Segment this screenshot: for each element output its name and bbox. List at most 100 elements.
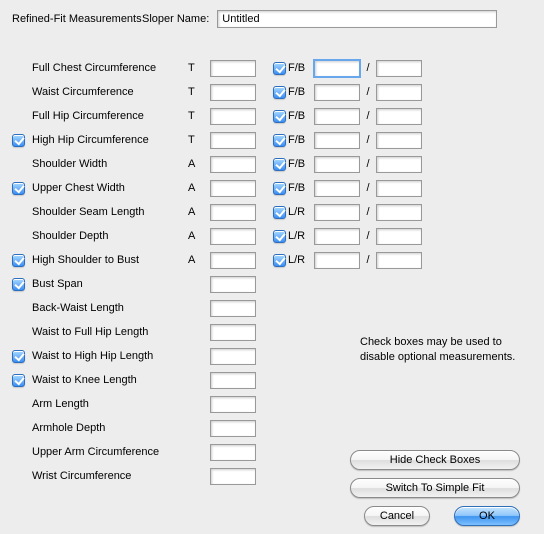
value-input-1[interactable]	[210, 252, 256, 269]
measurement-label: Arm Length	[28, 398, 188, 410]
measurement-type: A	[188, 206, 210, 218]
measurement-row: Full Chest CircumferenceTF/B/	[8, 56, 536, 80]
value-input-1[interactable]	[210, 468, 256, 485]
enable-checkbox[interactable]	[12, 182, 25, 195]
split-label: F/B	[288, 62, 314, 74]
split-label: F/B	[288, 134, 314, 146]
cancel-button[interactable]: Cancel	[364, 506, 430, 526]
measurement-label: Waist Circumference	[28, 86, 188, 98]
value-input-2[interactable]	[314, 180, 360, 197]
value-input-3[interactable]	[376, 60, 422, 77]
enable-checkbox[interactable]	[12, 374, 25, 387]
value-input-2[interactable]	[314, 204, 360, 221]
measurement-label: Upper Chest Width	[28, 182, 188, 194]
split-checkbox[interactable]	[273, 110, 286, 123]
value-input-3[interactable]	[376, 204, 422, 221]
measurement-row: Back-Waist Length	[8, 296, 536, 320]
value-input-2[interactable]	[314, 252, 360, 269]
value-input-2[interactable]	[314, 84, 360, 101]
value-input-1[interactable]	[210, 108, 256, 125]
value-input-1[interactable]	[210, 420, 256, 437]
value-input-3[interactable]	[376, 156, 422, 173]
enable-checkbox[interactable]	[12, 254, 25, 267]
value-input-1[interactable]	[210, 204, 256, 221]
measurement-label: Bust Span	[28, 278, 188, 290]
value-input-1[interactable]	[210, 276, 256, 293]
split-checkbox[interactable]	[273, 62, 286, 75]
measurement-row: High Hip CircumferenceTF/B/	[8, 128, 536, 152]
split-checkbox[interactable]	[273, 134, 286, 147]
slash-separator: /	[360, 110, 376, 122]
ok-button[interactable]: OK	[454, 506, 520, 526]
slash-separator: /	[360, 206, 376, 218]
value-input-1[interactable]	[210, 324, 256, 341]
sloper-name-input[interactable]	[217, 10, 497, 28]
value-input-1[interactable]	[210, 372, 256, 389]
measurement-type: T	[188, 134, 210, 146]
enable-checkbox[interactable]	[12, 278, 25, 291]
slash-separator: /	[360, 86, 376, 98]
split-checkbox[interactable]	[273, 230, 286, 243]
split-label: F/B	[288, 110, 314, 122]
split-label: L/R	[288, 254, 314, 266]
slash-separator: /	[360, 62, 376, 74]
measurement-type: T	[188, 86, 210, 98]
measurement-label: Armhole Depth	[28, 422, 188, 434]
measurement-type: A	[188, 158, 210, 170]
value-input-3[interactable]	[376, 252, 422, 269]
measurement-label: Waist to Full Hip Length	[28, 326, 188, 338]
measurement-row: Waist to Knee Length	[8, 368, 536, 392]
value-input-2[interactable]	[314, 132, 360, 149]
value-input-1[interactable]	[210, 60, 256, 77]
slash-separator: /	[360, 158, 376, 170]
split-label: F/B	[288, 158, 314, 170]
slash-separator: /	[360, 134, 376, 146]
measurement-row: Shoulder WidthA F/B /	[8, 152, 536, 176]
value-input-1[interactable]	[210, 444, 256, 461]
measurement-label: Wrist Circumference	[28, 470, 188, 482]
measurement-label: Waist to High Hip Length	[28, 350, 188, 362]
slash-separator: /	[360, 182, 376, 194]
measurement-label: Full Hip Circumference	[28, 110, 188, 122]
value-input-2[interactable]	[314, 108, 360, 125]
measurement-label: Back-Waist Length	[28, 302, 188, 314]
value-input-3[interactable]	[376, 132, 422, 149]
value-input-1[interactable]	[210, 300, 256, 317]
measurement-row: Shoulder Seam LengthAL/R/	[8, 200, 536, 224]
switch-simple-fit-button[interactable]: Switch To Simple Fit	[350, 478, 520, 498]
enable-checkbox[interactable]	[12, 134, 25, 147]
split-checkbox[interactable]	[273, 86, 286, 99]
measurement-row: Full Hip CircumferenceT F/B /	[8, 104, 536, 128]
measurement-type: A	[188, 254, 210, 266]
measurement-row: Shoulder DepthAL/R/	[8, 224, 536, 248]
split-checkbox[interactable]	[273, 206, 286, 219]
measurement-row: Armhole Depth	[8, 416, 536, 440]
value-input-1[interactable]	[210, 180, 256, 197]
value-input-3[interactable]	[376, 84, 422, 101]
hide-checkboxes-button[interactable]: Hide Check Boxes	[350, 450, 520, 470]
value-input-3[interactable]	[376, 180, 422, 197]
value-input-1[interactable]	[210, 348, 256, 365]
value-input-2[interactable]	[314, 228, 360, 245]
split-checkbox[interactable]	[273, 254, 286, 267]
sloper-name-label: Sloper Name:	[142, 13, 209, 25]
value-input-1[interactable]	[210, 396, 256, 413]
measurement-label: Upper Arm Circumference	[28, 446, 188, 458]
measurement-type: A	[188, 230, 210, 242]
split-checkbox[interactable]	[273, 182, 286, 195]
measurement-type: T	[188, 110, 210, 122]
value-input-3[interactable]	[376, 108, 422, 125]
value-input-1[interactable]	[210, 132, 256, 149]
split-checkbox[interactable]	[273, 158, 286, 171]
measurement-row: Bust Span	[8, 272, 536, 296]
measurement-label: Shoulder Width	[28, 158, 188, 170]
value-input-2[interactable]	[314, 156, 360, 173]
value-input-1[interactable]	[210, 84, 256, 101]
dialog-title: Refined-Fit Measurements	[12, 12, 142, 26]
value-input-1[interactable]	[210, 228, 256, 245]
split-label: L/R	[288, 206, 314, 218]
value-input-2[interactable]	[314, 60, 360, 77]
value-input-1[interactable]	[210, 156, 256, 173]
enable-checkbox[interactable]	[12, 350, 25, 363]
value-input-3[interactable]	[376, 228, 422, 245]
